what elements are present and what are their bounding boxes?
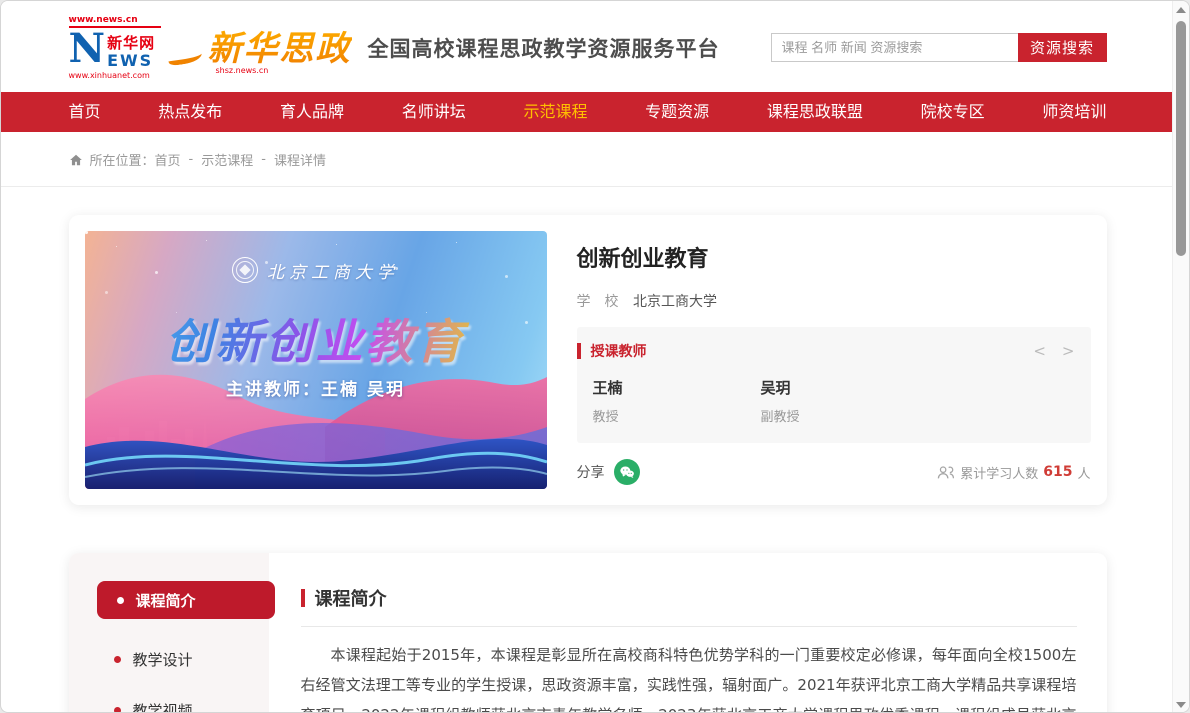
breadcrumb-row: 所在位置： 首页 - 示范课程 - 课程详情 bbox=[1, 132, 1174, 187]
school-label: 学 校 bbox=[577, 294, 619, 310]
share-label: 分享 bbox=[577, 462, 605, 482]
bullet-icon bbox=[114, 656, 121, 663]
section-divider bbox=[301, 626, 1077, 627]
site-logo[interactable]: www.news.cn N 新华网 EWS www.xinhuanet.com … bbox=[69, 15, 352, 80]
teacher-rank: 副教授 bbox=[761, 406, 929, 425]
school-value: 北京工商大学 bbox=[633, 294, 717, 310]
course-intro-paragraph: 本课程起始于2015年，本课程是彰显所在高校商科特色优势学科的一门重要校定必修课… bbox=[301, 640, 1077, 713]
search-button[interactable]: 资源搜索 bbox=[1018, 33, 1107, 62]
banner-school-row: 北京工商大学 bbox=[85, 257, 547, 283]
nav-item-college-zone[interactable]: 院校专区 bbox=[921, 92, 985, 132]
nav-item-special-resources[interactable]: 专题资源 bbox=[645, 92, 709, 132]
logo-n-letter: N bbox=[69, 29, 106, 69]
sidebar-item-teaching-design[interactable]: 教学设计 bbox=[114, 649, 269, 670]
brand-name: 新华思政 bbox=[208, 21, 352, 70]
stats-value: 615 bbox=[1043, 464, 1072, 480]
section-header: 课程简介 bbox=[301, 585, 1077, 611]
course-card: 北京工商大学 创新创业教育 主讲教师：王楠 吴玥 创新创业教育 学 校 北京工商… bbox=[69, 215, 1107, 505]
bullet-icon bbox=[117, 597, 124, 604]
logo-url-bottom: www.xinhuanet.com bbox=[69, 71, 174, 80]
nav-item-education-brand[interactable]: 育人品牌 bbox=[280, 92, 344, 132]
breadcrumb-demo-courses[interactable]: 示范课程 bbox=[201, 150, 253, 169]
browser-page: www.news.cn N 新华网 EWS www.xinhuanet.com … bbox=[0, 0, 1190, 713]
sidebar-item-course-intro[interactable]: 课程简介 bbox=[97, 581, 275, 619]
logo-xinhuanet-cn: 新华网 bbox=[107, 32, 155, 53]
brand-url: shsz.news.cn bbox=[216, 66, 352, 75]
nav-item-teacher-training[interactable]: 师资培训 bbox=[1042, 92, 1106, 132]
teacher-name: 王楠 bbox=[593, 377, 761, 398]
wechat-share-icon[interactable] bbox=[614, 459, 640, 485]
course-info: 创新创业教育 学 校 北京工商大学 授课教师 < > bbox=[547, 231, 1091, 489]
teacher-name: 吴玥 bbox=[761, 377, 929, 398]
share-row: 分享 bbox=[577, 459, 1091, 485]
xinhuanet-logo: www.news.cn N 新华网 EWS www.xinhuanet.com bbox=[69, 15, 174, 80]
detail-sidebar: 课程简介 教学设计 教学视频 bbox=[69, 553, 269, 713]
scroll-down-icon[interactable] bbox=[1176, 702, 1186, 708]
banner-teachers-line: 主讲教师：王楠 吴玥 bbox=[85, 375, 547, 400]
learner-stats: 累计学习人数 615 人 bbox=[936, 463, 1090, 482]
course-title: 创新创业教育 bbox=[577, 241, 1091, 273]
breadcrumb-separator: - bbox=[261, 152, 266, 167]
section-title: 课程简介 bbox=[315, 585, 387, 611]
stats-label: 累计学习人数 bbox=[960, 463, 1038, 482]
prev-arrow-icon[interactable]: < bbox=[1033, 344, 1046, 359]
breadcrumb-home[interactable]: 首页 bbox=[155, 150, 181, 169]
course-banner-image: 北京工商大学 创新创业教育 主讲教师：王楠 吴玥 bbox=[85, 231, 547, 489]
nav-item-alliance[interactable]: 课程思政联盟 bbox=[767, 92, 863, 132]
breadcrumb-current: 课程详情 bbox=[274, 150, 326, 169]
teacher-rank: 教授 bbox=[593, 406, 761, 425]
site-title: 全国高校课程思政教学资源服务平台 bbox=[368, 33, 720, 63]
red-accent-bar bbox=[577, 343, 581, 359]
breadcrumb-label: 所在位置： bbox=[90, 150, 155, 169]
sidebar-item-label: 教学设计 bbox=[133, 649, 193, 670]
bullet-icon bbox=[114, 707, 121, 713]
sidebar-item-teaching-video[interactable]: 教学视频 bbox=[114, 700, 269, 713]
main-nav: 首页 热点发布 育人品牌 名师讲坛 示范课程 专题资源 课程思政联盟 院校专区 … bbox=[1, 92, 1174, 132]
page-viewport: www.news.cn N 新华网 EWS www.xinhuanet.com … bbox=[1, 1, 1174, 713]
banner-course-title: 创新创业教育 bbox=[85, 303, 547, 372]
stats-unit: 人 bbox=[1077, 463, 1090, 482]
home-icon bbox=[69, 153, 83, 167]
sidebar-item-label: 教学视频 bbox=[133, 700, 193, 713]
next-arrow-icon[interactable]: > bbox=[1062, 344, 1075, 359]
logo-ews: EWS bbox=[107, 53, 155, 69]
breadcrumb: 所在位置： 首页 - 示范课程 - 课程详情 bbox=[69, 132, 1107, 186]
vertical-scrollbar[interactable] bbox=[1172, 1, 1189, 713]
detail-content: 课程简介 本课程起始于2015年，本课程是彰显所在高校商科特色优势学科的一门重要… bbox=[269, 553, 1107, 713]
teacher-item: 王楠 教授 bbox=[593, 377, 761, 425]
site-header: www.news.cn N 新华网 EWS www.xinhuanet.com … bbox=[1, 1, 1174, 92]
red-accent-bar bbox=[301, 589, 305, 607]
nav-item-home[interactable]: 首页 bbox=[69, 92, 101, 132]
brand-logo: 新华思政 shsz.news.cn bbox=[208, 21, 352, 75]
teachers-panel: 授课教师 < > 王楠 教授 吴玥 bbox=[577, 327, 1091, 443]
course-detail-card: 课程简介 教学设计 教学视频 课程简介 bbox=[69, 553, 1107, 713]
school-row: 学 校 北京工商大学 bbox=[577, 291, 1091, 311]
banner-university-name: 北京工商大学 bbox=[267, 258, 399, 283]
teachers-panel-title: 授课教师 bbox=[591, 341, 647, 361]
teacher-item: 吴玥 副教授 bbox=[761, 377, 929, 425]
breadcrumb-separator: - bbox=[189, 152, 194, 167]
university-seal-icon bbox=[232, 257, 258, 283]
nav-item-hot-news[interactable]: 热点发布 bbox=[158, 92, 222, 132]
nav-item-demo-courses[interactable]: 示范课程 bbox=[523, 92, 587, 132]
nav-item-teacher-forum[interactable]: 名师讲坛 bbox=[402, 92, 466, 132]
sidebar-item-label: 课程简介 bbox=[136, 590, 196, 611]
search-area: 资源搜索 bbox=[771, 33, 1107, 62]
scrollbar-thumb[interactable] bbox=[1176, 21, 1186, 256]
scroll-up-icon[interactable] bbox=[1176, 7, 1186, 13]
search-input[interactable] bbox=[771, 33, 1018, 62]
people-icon bbox=[936, 465, 955, 480]
teacher-list: 王楠 教授 吴玥 副教授 bbox=[577, 377, 1075, 425]
